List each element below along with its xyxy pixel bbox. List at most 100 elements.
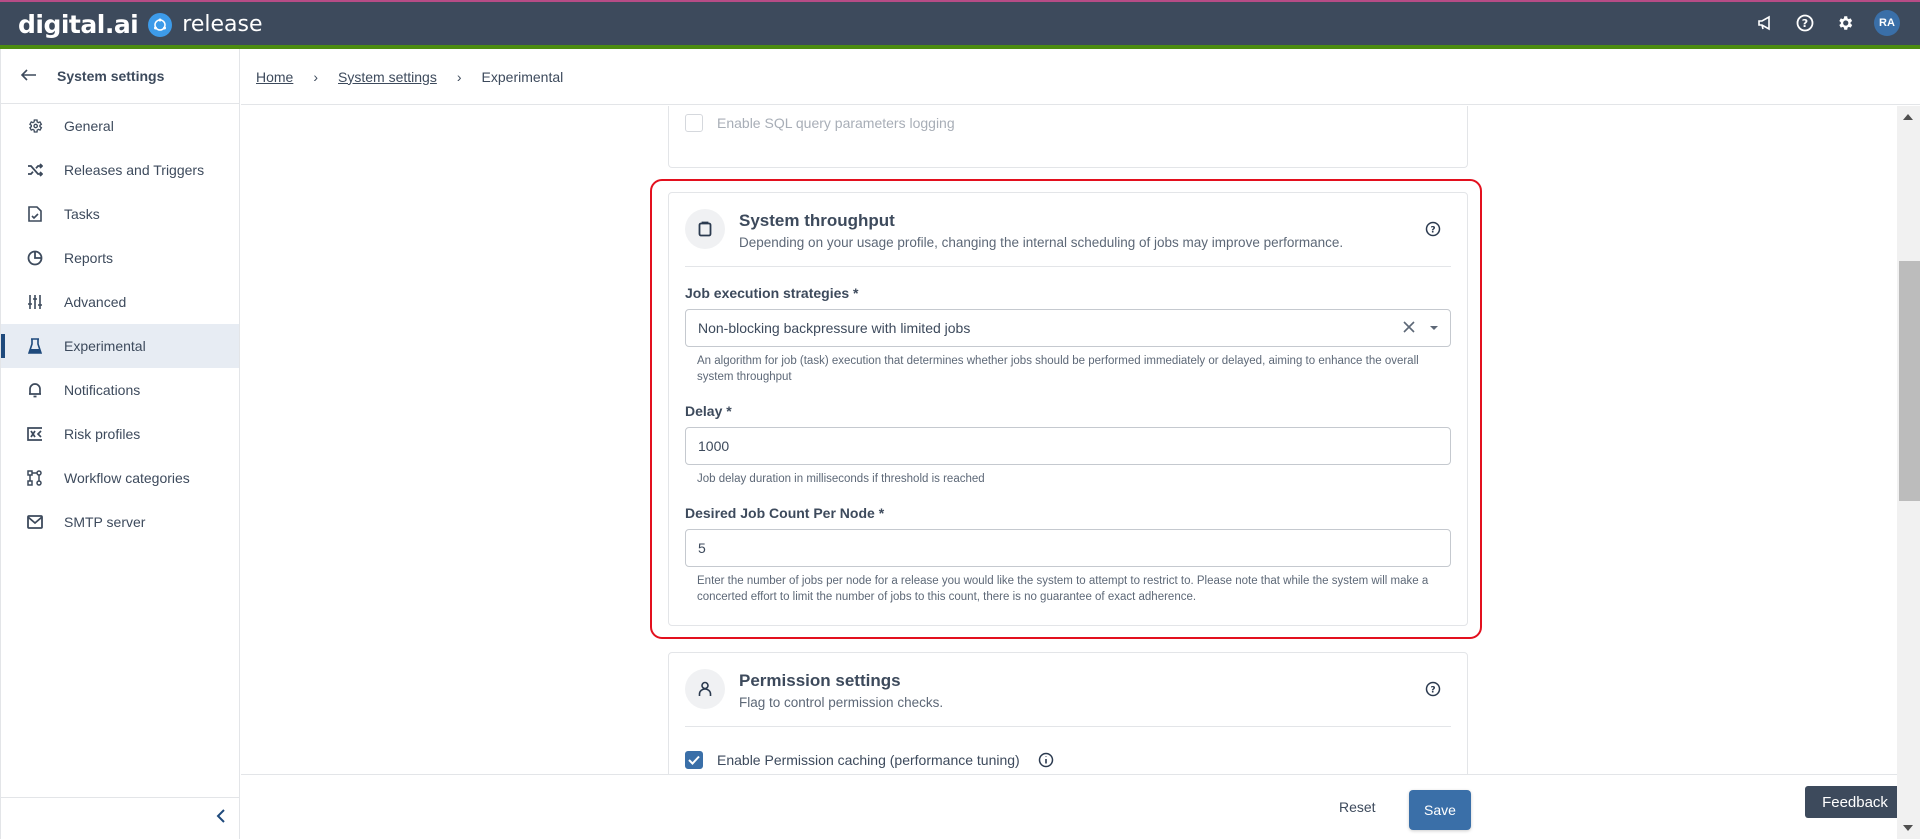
job-count-label: Desired Job Count Per Node *	[685, 505, 885, 521]
sidebar-item-notifications[interactable]: Notifications	[1, 368, 239, 412]
main-content: Enable SQL query parameters logging Syst…	[241, 106, 1897, 774]
pie-chart-icon	[26, 249, 44, 267]
sidebar-item-risk-profiles[interactable]: Risk profiles	[1, 412, 239, 456]
job-count-input[interactable]: 5	[685, 529, 1451, 567]
divider	[685, 266, 1451, 267]
sidebar-item-label: Tasks	[64, 206, 100, 222]
sidebar-item-label: Notifications	[64, 382, 141, 398]
megaphone-icon[interactable]	[1754, 12, 1776, 34]
sidebar-item-workflow-categories[interactable]: Workflow categories	[1, 456, 239, 500]
logo[interactable]: digital.ai release	[18, 10, 263, 39]
shuffle-icon	[26, 161, 44, 179]
file-check-icon	[26, 205, 44, 223]
chevron-left-icon[interactable]	[216, 808, 226, 829]
svg-text:?: ?	[1802, 17, 1808, 30]
job-strategy-label: Job execution strategies *	[685, 285, 859, 301]
workflow-icon	[26, 469, 44, 487]
feedback-button[interactable]: Feedback	[1805, 786, 1905, 818]
scroll-down-arrow-icon[interactable]	[1903, 825, 1913, 831]
sidebar-item-label: Workflow categories	[64, 470, 190, 486]
sql-logging-card: Enable SQL query parameters logging	[668, 106, 1468, 168]
card-description: Flag to control permission checks.	[739, 695, 944, 710]
sidebar-item-reports[interactable]: Reports	[1, 236, 239, 280]
scroll-up-arrow-icon[interactable]	[1903, 114, 1913, 120]
card-title: Permission settings	[739, 671, 901, 690]
help-icon[interactable]: ?	[1425, 221, 1441, 237]
sidebar-item-smtp-server[interactable]: SMTP server	[1, 500, 239, 544]
user-icon	[685, 669, 725, 709]
svg-text:?: ?	[1430, 686, 1435, 696]
help-icon[interactable]: ?	[1794, 12, 1816, 34]
chevron-right-icon: ›	[313, 68, 319, 85]
sidebar-item-tasks[interactable]: Tasks	[1, 192, 239, 236]
permission-settings-card: Permission settings Flag to control perm…	[668, 652, 1468, 774]
bell-icon	[26, 381, 44, 399]
sidebar-item-label: Risk profiles	[64, 426, 141, 442]
sidebar-item-label: Releases and Triggers	[64, 162, 205, 178]
system-throughput-card: System throughput Depending on your usag…	[668, 192, 1468, 626]
breadcrumb: Home › System settings › Experimental	[241, 49, 1920, 105]
permission-caching-row: Enable Permission caching (performance t…	[669, 727, 1467, 769]
release-logo-icon	[148, 12, 173, 37]
sidebar: System settings General Releases and Tri…	[0, 49, 240, 839]
sidebar-item-label: SMTP server	[64, 514, 146, 530]
card-description: Depending on your usage profile, changin…	[739, 235, 1344, 250]
card-header: Permission settings Flag to control perm…	[669, 653, 1467, 710]
sidebar-header[interactable]: System settings	[1, 49, 239, 104]
brand-name: digital.ai	[18, 10, 139, 39]
help-icon[interactable]: ?	[1425, 681, 1441, 697]
breadcrumb-home[interactable]: Home	[256, 69, 293, 85]
breadcrumb-current: Experimental	[481, 68, 564, 85]
save-button[interactable]: Save	[1409, 790, 1471, 830]
sidebar-item-advanced[interactable]: Advanced	[1, 280, 239, 324]
sidebar-title: System settings	[57, 68, 165, 84]
arrow-left-icon[interactable]	[20, 68, 37, 84]
delay-label: Delay *	[685, 403, 732, 419]
delay-input[interactable]: 1000	[685, 427, 1451, 465]
job-strategy-help: An algorithm for job (task) execution th…	[697, 355, 1419, 383]
delay-help: Job delay duration in milliseconds if th…	[697, 473, 985, 485]
action-bar: Reset Save	[241, 774, 1897, 839]
scroll-thumb[interactable]	[1899, 261, 1920, 501]
chevron-down-icon[interactable]	[1428, 321, 1440, 337]
sidebar-footer	[1, 797, 240, 839]
sidebar-item-general[interactable]: General	[1, 104, 239, 148]
sql-logging-checkbox[interactable]	[685, 114, 703, 132]
sidebar-item-label: General	[64, 118, 114, 134]
avatar[interactable]: RA	[1874, 10, 1900, 36]
svg-text:?: ?	[1430, 226, 1435, 236]
product-name: release	[182, 12, 263, 37]
card-title: System throughput	[739, 211, 895, 230]
job-count-help: Enter the number of jobs per node for a …	[697, 575, 1429, 603]
sliders-icon	[26, 293, 44, 311]
sidebar-item-releases-and-triggers[interactable]: Releases and Triggers	[1, 148, 239, 192]
job-strategy-field: Job execution strategies * Non-blocking …	[669, 285, 1467, 385]
chevron-right-icon: ›	[456, 68, 462, 85]
info-icon[interactable]	[1038, 752, 1054, 768]
delay-field: Delay * 1000 Job delay duration in milli…	[669, 403, 1467, 487]
card-header: System throughput Depending on your usag…	[669, 193, 1467, 250]
sidebar-item-label: Reports	[64, 250, 114, 266]
permission-caching-checkbox[interactable]	[685, 751, 703, 769]
clear-icon[interactable]	[1402, 320, 1416, 337]
gear-icon	[26, 117, 44, 135]
scrollbar[interactable]	[1897, 106, 1920, 839]
sidebar-item-label: Advanced	[64, 294, 127, 310]
sidebar-item-label: Experimental	[64, 338, 146, 354]
risk-icon	[26, 425, 44, 443]
flask-icon	[26, 337, 44, 355]
clipboard-icon	[685, 209, 725, 249]
reset-button[interactable]: Reset	[1329, 793, 1386, 821]
delay-value: 1000	[698, 438, 730, 454]
job-count-field: Desired Job Count Per Node * 5 Enter the…	[669, 505, 1467, 605]
top-bar: digital.ai release ? RA	[0, 0, 1920, 45]
gear-icon[interactable]	[1834, 12, 1856, 34]
job-strategy-select[interactable]: Non-blocking backpressure with limited j…	[685, 309, 1451, 347]
breadcrumb-system-settings[interactable]: System settings	[338, 69, 437, 85]
job-strategy-value: Non-blocking backpressure with limited j…	[698, 320, 971, 336]
permission-caching-label: Enable Permission caching (performance t…	[717, 752, 1020, 768]
sql-logging-label: Enable SQL query parameters logging	[717, 115, 955, 131]
sql-logging-row: Enable SQL query parameters logging	[669, 106, 1467, 132]
sidebar-item-experimental[interactable]: Experimental	[1, 324, 239, 368]
job-count-value: 5	[698, 540, 706, 556]
